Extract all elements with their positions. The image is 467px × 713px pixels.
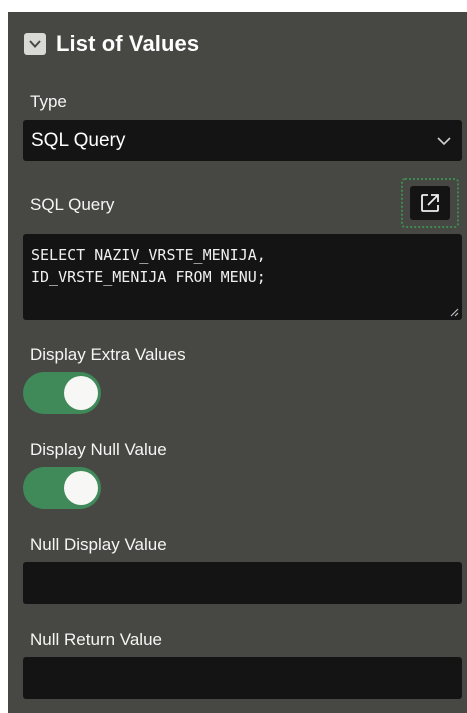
toggle-knob: [64, 376, 98, 410]
null-return-value-input[interactable]: [23, 657, 462, 699]
code-line: ID_VRSTE_MENIJA FROM MENU;: [31, 268, 266, 286]
null-display-value-input[interactable]: [23, 562, 462, 604]
resize-handle-icon[interactable]: [449, 307, 459, 317]
section-header: List of Values: [24, 30, 199, 58]
expand-icon: [419, 192, 441, 214]
expand-button-focus-ring: [401, 178, 459, 228]
expand-editor-button[interactable]: [410, 186, 450, 220]
null-return-value-label: Null Return Value: [30, 630, 162, 649]
display-extra-values-label: Display Extra Values: [30, 345, 186, 364]
type-select-value: SQL Query: [31, 129, 126, 151]
collapse-toggle-button[interactable]: [24, 33, 46, 55]
display-null-value-label: Display Null Value: [30, 440, 167, 459]
chevron-down-icon: [436, 136, 452, 146]
type-select[interactable]: SQL Query: [23, 120, 462, 161]
display-extra-values-toggle[interactable]: [23, 372, 101, 414]
sql-query-editor[interactable]: SELECT NAZIV_VRSTE_MENIJA, ID_VRSTE_MENI…: [23, 234, 462, 320]
toggle-knob: [64, 471, 98, 505]
null-display-value-label: Null Display Value: [30, 535, 167, 554]
list-of-values-panel: List of Values Type SQL Query SQL Query …: [8, 12, 467, 713]
chevron-down-icon: [28, 39, 42, 49]
code-line: SELECT NAZIV_VRSTE_MENIJA,: [31, 246, 266, 264]
display-null-value-toggle[interactable]: [23, 467, 101, 509]
sql-query-label: SQL Query: [30, 195, 115, 214]
section-title: List of Values: [56, 31, 200, 56]
type-label: Type: [30, 92, 67, 111]
